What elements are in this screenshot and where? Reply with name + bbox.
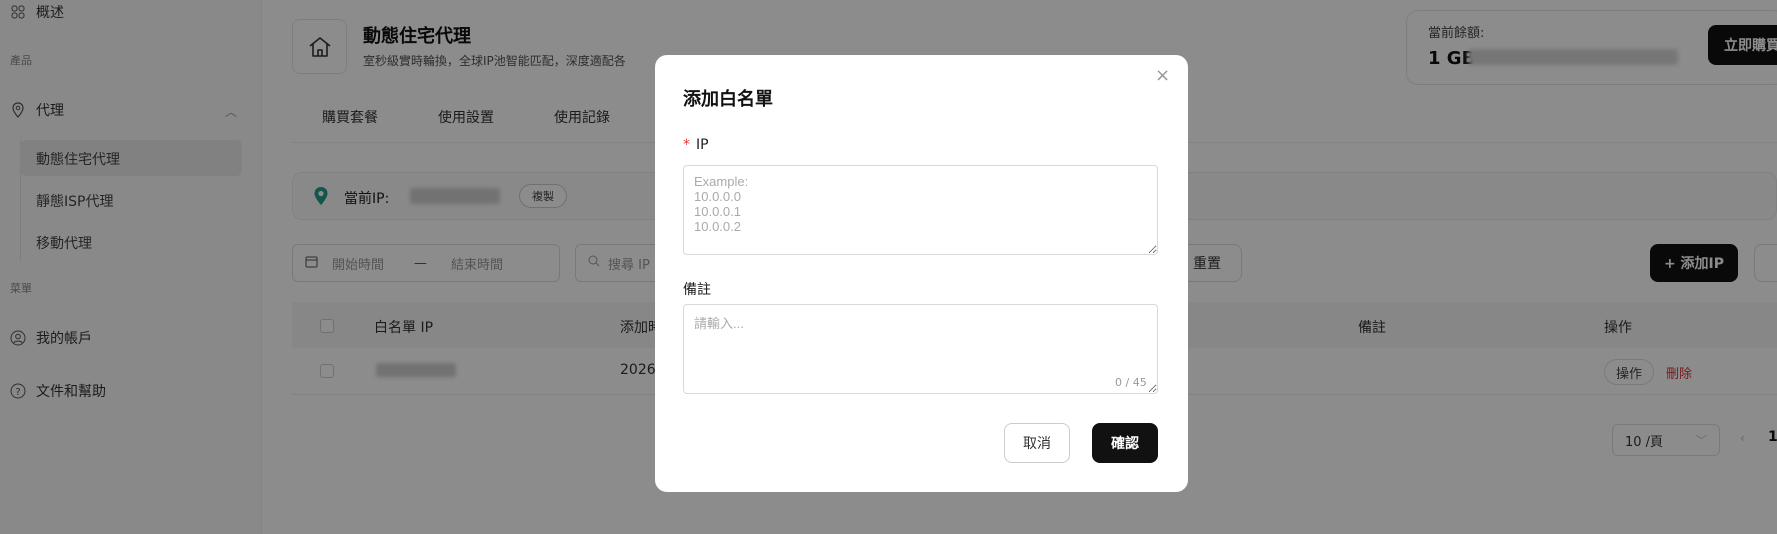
- cancel-button[interactable]: 取消: [1004, 423, 1070, 463]
- note-field-label: 備註: [683, 282, 711, 298]
- confirm-button[interactable]: 確認: [1092, 423, 1158, 463]
- character-counter: 0 / 45: [1115, 376, 1147, 389]
- ip-label-text: IP: [696, 137, 709, 153]
- ip-field-label: * IP: [683, 137, 709, 153]
- dialog-title: 添加白名單: [683, 89, 773, 110]
- required-asterisk: *: [683, 137, 690, 153]
- add-whitelist-dialog: 添加白名單 × * IP 備註 0 / 45 取消 確認: [655, 55, 1188, 492]
- note-textarea[interactable]: [683, 304, 1158, 394]
- ip-textarea[interactable]: [683, 165, 1158, 255]
- close-icon[interactable]: ×: [1155, 65, 1170, 86]
